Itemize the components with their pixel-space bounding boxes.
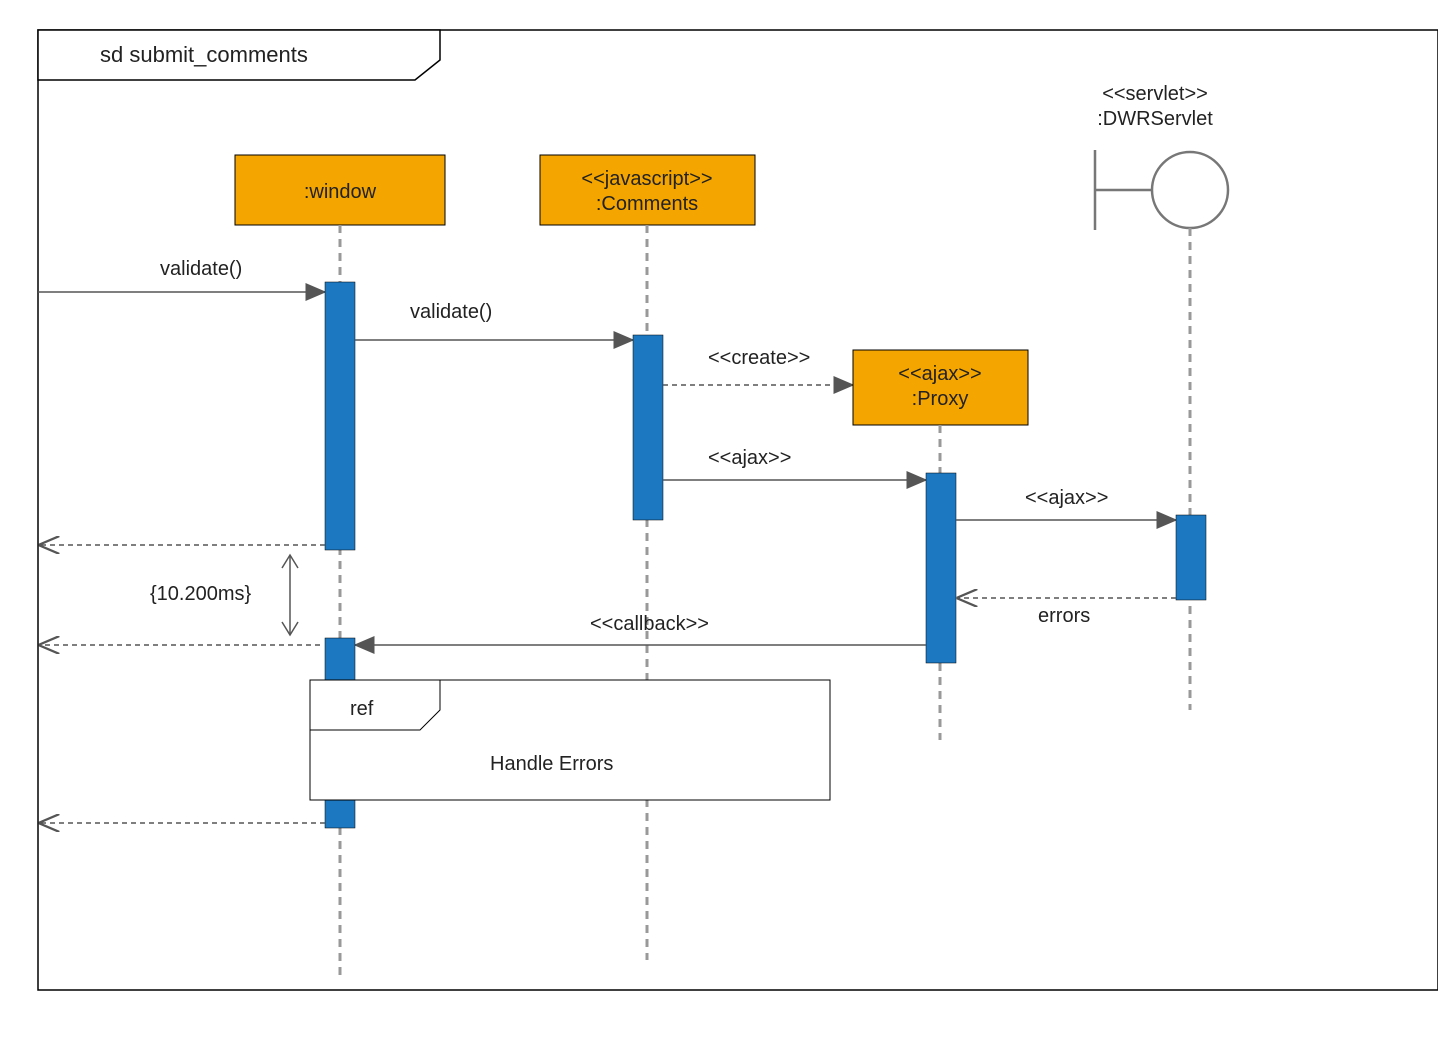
duration-label: {10.200ms} <box>150 583 252 605</box>
sequence-diagram: sd submit_comments :window <<javascript>… <box>20 20 1438 1022</box>
participant-proxy-label: :Proxy <box>912 388 969 410</box>
activation-proxy <box>926 473 956 663</box>
msg-errors: errors <box>1038 605 1090 627</box>
activation-comments <box>633 335 663 520</box>
ref-tag: ref <box>350 698 374 720</box>
msg-ajax2: <<ajax>> <box>1025 487 1108 509</box>
participant-servlet-stereotype: <<servlet>> <box>1102 83 1208 105</box>
control-icon <box>1152 152 1228 228</box>
activation-window <box>325 282 355 550</box>
msg-create: <<create>> <box>708 347 810 369</box>
participant-servlet-label: :DWRServlet <box>1097 108 1213 130</box>
msg-validate1: validate() <box>160 258 242 280</box>
participant-comments-label: :Comments <box>596 193 698 215</box>
activation-servlet <box>1176 515 1206 600</box>
ref-label: Handle Errors <box>490 753 613 775</box>
msg-validate2: validate() <box>410 301 492 323</box>
msg-callback: <<callback>> <box>590 613 709 635</box>
ref-tag-box <box>310 680 440 730</box>
frame-title: sd submit_comments <box>100 42 308 67</box>
participant-proxy-stereotype: <<ajax>> <box>898 363 981 385</box>
participant-comments-stereotype: <<javascript>> <box>581 168 712 190</box>
msg-ajax1: <<ajax>> <box>708 447 791 469</box>
participant-window-label: :window <box>304 181 377 203</box>
